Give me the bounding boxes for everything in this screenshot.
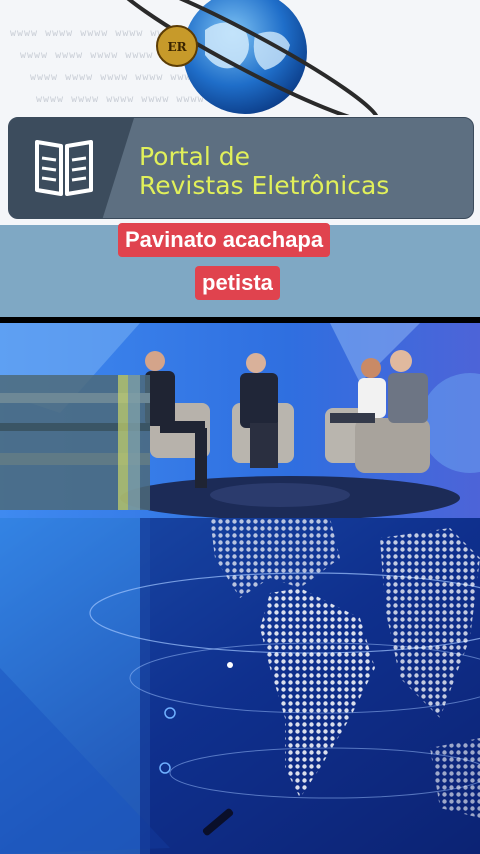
banner-title-line1: Portal de xyxy=(139,142,251,171)
studio-illustration xyxy=(0,323,480,518)
svg-text:ER: ER xyxy=(167,40,187,54)
studio-scene xyxy=(0,323,480,518)
headline-line1: Pavinato acachapa xyxy=(118,223,331,257)
banner-title-line2: Revistas Eletrônicas xyxy=(139,171,390,200)
headline-line2: petista xyxy=(195,266,280,300)
globe-logo: ER xyxy=(110,0,380,115)
world-map-graphic xyxy=(0,518,480,854)
logo-area: wwww wwww wwww wwww wwww wwww wwww wwww … xyxy=(0,0,480,225)
portal-banner: Portal de Revistas Eletrônicas xyxy=(8,117,474,219)
open-book-icon xyxy=(35,140,93,196)
banner-title: Portal de Revistas Eletrônicas xyxy=(139,142,389,200)
world-map-illustration xyxy=(0,518,480,854)
